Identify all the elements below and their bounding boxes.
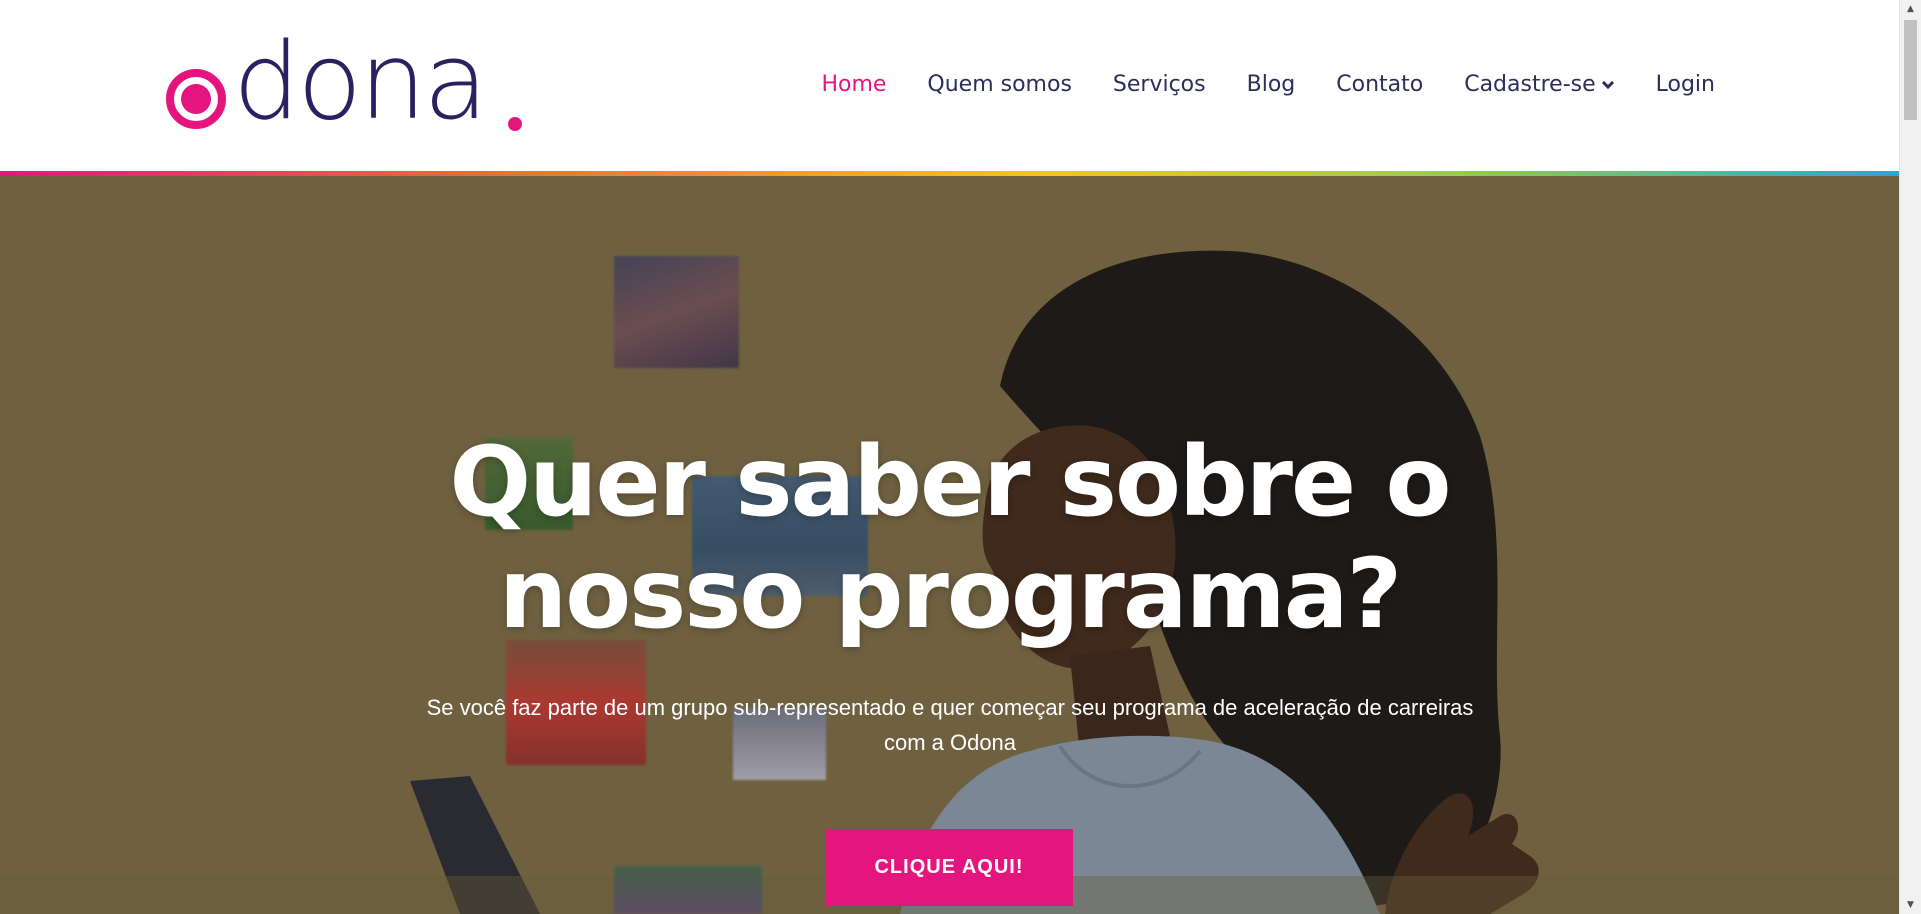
- scroll-down-arrow-icon[interactable]: ▼: [1900, 896, 1921, 914]
- nav-home[interactable]: Home: [821, 68, 886, 102]
- hero-title-line-2: nosso programa?: [498, 538, 1402, 650]
- hero-subtitle-line-2: com a Odona: [883, 730, 1017, 755]
- logo-wordmark: dona: [233, 20, 488, 143]
- nav-cadastre-se-label: Cadastre-se: [1464, 72, 1596, 97]
- scroll-up-arrow-icon[interactable]: ▲: [1900, 0, 1921, 18]
- hero-subtitle-line-1: Se você faz parte de um grupo sub-repres…: [426, 695, 1474, 720]
- scrollbar-thumb[interactable]: [1904, 20, 1917, 120]
- page-scrollbar[interactable]: ▲ ▼: [1899, 0, 1921, 914]
- main-navigation: Home Quem somos Serviços Blog Contato Ca…: [780, 68, 1715, 102]
- decorative-photo-tile: [614, 256, 739, 368]
- nav-contato[interactable]: Contato: [1336, 68, 1423, 102]
- logo-dot: [508, 117, 522, 131]
- cta-button[interactable]: CLIQUE AQUI!: [825, 829, 1073, 906]
- hero-subtitle: Se você faz parte de um grupo sub-repres…: [380, 690, 1520, 760]
- nav-blog[interactable]: Blog: [1247, 68, 1296, 102]
- chevron-down-icon: [1601, 80, 1614, 90]
- hero-title: Quer saber sobre o nosso programa?: [0, 426, 1899, 650]
- odona-logo[interactable]: dona: [165, 22, 530, 142]
- decorative-photo-tile: [614, 866, 762, 914]
- site-header: dona Home Quem somos Serviços Blog Conta…: [0, 0, 1899, 171]
- nav-login[interactable]: Login: [1656, 68, 1715, 102]
- hero-title-line-1: Quer saber sobre o: [449, 426, 1452, 538]
- nav-cadastre-se[interactable]: Cadastre-se: [1464, 68, 1614, 102]
- nav-servicos[interactable]: Serviços: [1113, 68, 1206, 102]
- nav-quem-somos[interactable]: Quem somos: [927, 68, 1072, 102]
- logo-o-icon: [166, 69, 226, 129]
- hero-section: Quer saber sobre o nosso programa? Se vo…: [0, 176, 1899, 914]
